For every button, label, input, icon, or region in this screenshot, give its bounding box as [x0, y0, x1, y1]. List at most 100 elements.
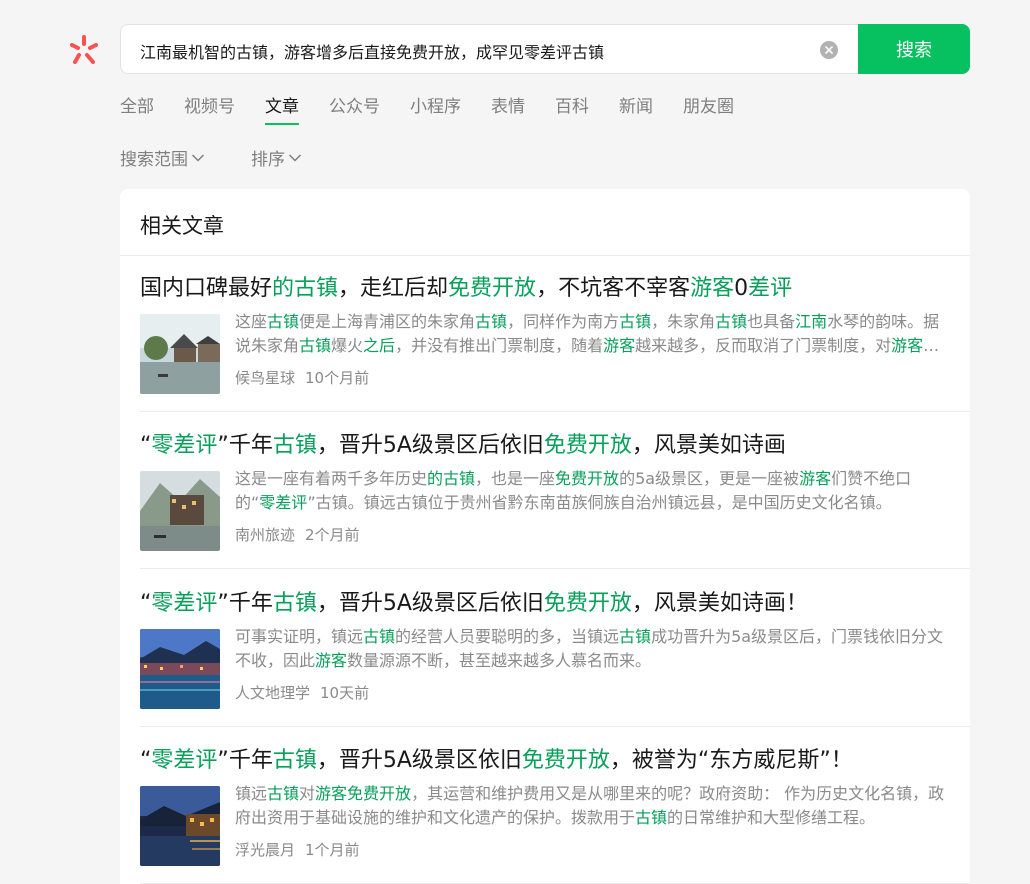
- text-segment: ，被誉为“东方威尼斯”！: [609, 748, 853, 773]
- text-segment: 也具备: [747, 312, 796, 331]
- text-segment: ”古镇。镇远古镇位于贵州省黔东南苗族侗族自治州镇远县，是中国历史文化名镇。: [307, 493, 892, 512]
- search-button[interactable]: 搜索: [858, 24, 970, 74]
- filter-label: 排序: [251, 150, 285, 170]
- article-meta: 南州旅迹 2个月前: [235, 524, 360, 545]
- text-segment: 越来越多，反而取消了门票制度，对: [635, 336, 892, 355]
- text-segment: 便是上海青浦区的朱家角: [299, 312, 476, 331]
- highlight-text: 免费开放: [521, 748, 610, 773]
- article-source[interactable]: 候鸟星球: [235, 369, 295, 387]
- tab-8[interactable]: 朋友圈: [683, 92, 734, 125]
- highlight-text: 游客: [799, 469, 832, 488]
- clear-search-button[interactable]: [820, 41, 838, 59]
- text-segment: 爆火: [331, 336, 364, 355]
- article-item[interactable]: “零差评”千年古镇，晋升5A级景区后依旧免费开放，风景美如诗画 这是一座有着两千…: [140, 412, 970, 569]
- chevron-down-icon: [191, 153, 205, 162]
- tab-3[interactable]: 公众号: [329, 92, 380, 125]
- search-scope-filter[interactable]: 搜索范围: [120, 145, 205, 170]
- highlight-text: 古镇: [619, 312, 652, 331]
- highlight-text: 零差评: [259, 493, 308, 512]
- highlight-text: 古镇: [635, 808, 668, 827]
- text-segment: ”千年: [217, 433, 273, 458]
- highlight-text: 古镇: [475, 312, 508, 331]
- tab-0[interactable]: 全部: [120, 92, 154, 125]
- text-segment: 的5a级景区，更是一座被: [619, 469, 800, 488]
- article-title[interactable]: 国内口碑最好的古镇，走红后却免费开放，不坑客不宰客游客0差评: [140, 270, 792, 302]
- sort-filter[interactable]: 排序: [251, 145, 302, 170]
- article-source[interactable]: 浮光晨月: [235, 841, 295, 859]
- article-title[interactable]: “零差评”千年古镇，晋升5A级景区依旧免费开放，被誉为“东方威尼斯”！: [140, 742, 853, 774]
- highlight-text: 游客: [603, 336, 636, 355]
- article-thumbnail[interactable]: [140, 471, 220, 551]
- text-segment: “: [140, 433, 152, 458]
- tab-6[interactable]: 百科: [555, 92, 589, 125]
- article-thumbnail[interactable]: [140, 786, 220, 866]
- tab-1[interactable]: 视频号: [184, 92, 235, 125]
- article-meta: 候鸟星球 10个月前: [235, 367, 369, 388]
- text-segment: ，晋升5A级景区依旧: [316, 748, 522, 773]
- highlight-text: 江南: [795, 312, 828, 331]
- text-segment: 可事实证明，镇远: [235, 627, 364, 646]
- text-segment: 数量源源不断，甚至越来越多人慕名而来。: [347, 651, 652, 670]
- article-thumbnail[interactable]: [140, 314, 220, 394]
- article-source[interactable]: 南州旅迹: [235, 526, 295, 544]
- text-segment: ，朱家角: [651, 312, 716, 331]
- text-segment: 0: [734, 276, 749, 301]
- highlight-text: 古镇: [267, 784, 300, 803]
- article-thumbnail[interactable]: [140, 629, 220, 709]
- highlight-text: 古镇: [363, 627, 396, 646]
- text-segment: “: [140, 591, 152, 616]
- text-segment: 这座: [235, 312, 268, 331]
- article-snippet: 这是一座有着两千多年历史的古镇，也是一座免费开放的5a级景区，更是一座被游客们赞…: [235, 467, 950, 515]
- text-segment: ”千年: [217, 591, 273, 616]
- article-title[interactable]: “零差评”千年古镇，晋升5A级景区后依旧免费开放，风景美如诗画: [140, 427, 786, 459]
- highlight-text: 古镇: [299, 336, 332, 355]
- text-segment: ，晋升5A级景区后依旧: [316, 591, 544, 616]
- highlight-text: 游客: [315, 651, 348, 670]
- text-segment: ，走红后却: [338, 276, 449, 301]
- article-time: 10天前: [320, 684, 370, 702]
- close-icon: [825, 46, 833, 54]
- tab-7[interactable]: 新闻: [619, 92, 653, 125]
- highlight-text: 古镇: [619, 627, 652, 646]
- filter-label: 搜索范围: [120, 150, 188, 170]
- highlight-text: 古镇: [272, 748, 317, 773]
- tab-4[interactable]: 小程序: [410, 92, 461, 125]
- text-segment: 的经营人员要聪明的多，当镇远: [395, 627, 620, 646]
- article-time: 10个月前: [305, 369, 370, 387]
- text-segment: 对: [299, 784, 316, 803]
- text-segment: ，晋升5A级景区后依旧: [316, 433, 544, 458]
- highlight-text: 免费开放: [543, 591, 632, 616]
- article-meta: 人文地理学 10天前: [235, 682, 369, 703]
- highlight-text: 差评: [748, 276, 793, 301]
- app-logo-icon: [70, 35, 98, 64]
- article-title[interactable]: “零差评”千年古镇，晋升5A级景区后依旧免费开放，风景美如诗画！: [140, 585, 808, 617]
- text-segment: ，也是一座: [475, 469, 556, 488]
- category-tabs: 全部 视频号 文章 公众号 小程序 表情 百科 新闻 朋友圈: [120, 92, 764, 128]
- highlight-text: 的古镇: [272, 276, 339, 301]
- article-source[interactable]: 人文地理学: [235, 684, 310, 702]
- text-segment: ，不坑客不宰客: [536, 276, 691, 301]
- highlight-text: 免费开放: [555, 469, 620, 488]
- tab-2[interactable]: 文章: [265, 92, 299, 125]
- highlight-text: 的古镇: [427, 469, 476, 488]
- highlight-text: 零差评: [151, 433, 218, 458]
- tab-5[interactable]: 表情: [491, 92, 525, 125]
- highlight-text: 免费开放: [543, 433, 632, 458]
- highlight-text: 零差评: [151, 748, 218, 773]
- search-query-text: 江南最机智的古镇，游客增多后直接免费开放，成罕见零差评古镇: [140, 43, 605, 62]
- article-item[interactable]: “零差评”千年古镇，晋升5A级景区依旧免费开放，被誉为“东方威尼斯”！ 镇远古镇…: [140, 727, 970, 884]
- highlight-text: 之后: [363, 336, 396, 355]
- highlight-text: 古镇: [715, 312, 748, 331]
- article-snippet: 镇远古镇对游客免费开放，其运营和维护费用又是从哪里来的呢？政府资助： 作为历史文…: [235, 782, 950, 830]
- highlight-text: 游客: [690, 276, 735, 301]
- article-item[interactable]: 国内口碑最好的古镇，走红后却免费开放，不坑客不宰客游客0差评 这座古镇便是上海青…: [140, 255, 970, 412]
- text-segment: “: [140, 748, 152, 773]
- text-segment: ，风景美如诗画: [631, 433, 786, 458]
- article-time: 2个月前: [305, 526, 360, 544]
- text-segment: 国内口碑最好: [140, 276, 273, 301]
- highlight-text: 游客免费开放: [315, 784, 412, 803]
- article-item[interactable]: “零差评”千年古镇，晋升5A级景区后依旧免费开放，风景美如诗画！ 可事实证明，镇…: [140, 570, 970, 727]
- highlight-text: 零差评: [151, 591, 218, 616]
- highlight-text: 游客: [891, 336, 924, 355]
- search-input[interactable]: 江南最机智的古镇，游客增多后直接免费开放，成罕见零差评古镇: [120, 24, 858, 74]
